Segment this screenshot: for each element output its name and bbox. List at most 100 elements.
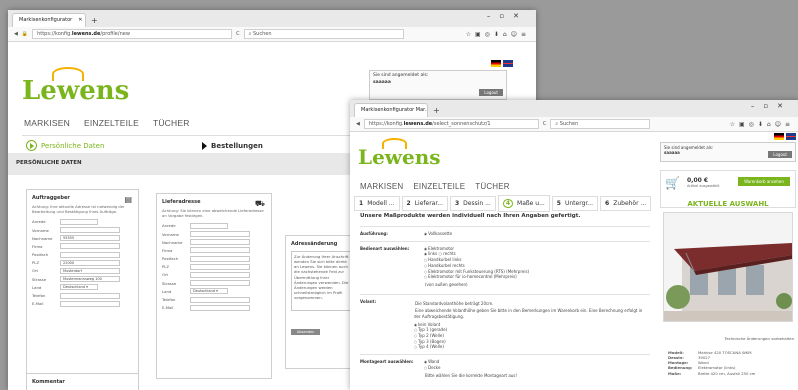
field-input[interactable]: Mustermannsweg 100 [60,276,120,283]
flag-gb-icon[interactable] [786,133,796,140]
nav-einzelteile[interactable]: EINZELTEILE [84,118,139,128]
flag-de-icon[interactable] [774,133,784,140]
browser-tab-2[interactable]: Markisenkonfigurator Mar... ✕ [354,103,428,117]
lewens-logo-2[interactable]: Lewens [358,138,441,169]
address-bar: ◀ 🔒 https://konfig.lewens.de/profile/new… [8,27,536,42]
reload-icon[interactable]: C [236,31,240,37]
field-input[interactable] [60,227,120,234]
step-2[interactable]: 2 Lieferar... [401,196,448,211]
field-label: Vorname [32,227,49,233]
field-input[interactable] [190,296,250,303]
nav-tuecher[interactable]: TÜCHER [153,118,190,128]
field-label: Strasse [32,276,47,282]
radio-option[interactable]: Elektromotor für io-homecontrol (Mehrpre… [424,274,529,280]
field-input[interactable] [190,280,250,287]
field-input[interactable] [190,222,228,229]
field-input[interactable] [190,231,250,238]
url-field[interactable]: https://konfig.lewens.de/profile/new [32,29,233,39]
radio-option[interactable]: Vollkassette [424,231,452,237]
logout-button-2[interactable]: Logout [768,151,792,158]
search-input-2[interactable]: ⌕ Suchen [550,119,651,129]
field-label: Firma [32,243,43,249]
config-options: WandDeckeBitte wählen Sie die korrekte M… [424,359,517,380]
step-number: 5 [556,200,561,207]
field-input[interactable] [190,239,250,246]
document-icon: ▤ [124,195,132,204]
field-input[interactable]: Deutschland ▾ [190,288,228,295]
config-note: Die Standardvolanthöhe beträgt 20cm. [415,300,494,306]
config-options: Vollkassette [424,231,452,237]
field-input[interactable] [190,255,250,262]
form-row: PLZ [162,263,266,270]
flag-gb-icon[interactable] [503,60,513,67]
field-input[interactable]: 22000 [60,259,120,266]
nav-markisen[interactable]: MARKISEN [24,118,70,128]
field-label: Land [162,288,172,294]
window-controls[interactable]: –▫✕ [487,12,528,20]
form-row: Anrede [162,222,266,229]
step-bestellungen[interactable]: Bestellungen [198,140,267,152]
tab-title-2: Markisenkonfigurator Mar... [361,107,428,113]
search-icon: ⌕ [555,121,559,127]
field-input[interactable] [60,243,120,250]
toolbar-icons-2[interactable]: ☆▣◎⬇⌂☺≡ [730,121,794,128]
step-6[interactable]: 6 Zubehör ... [600,196,652,211]
field-input[interactable] [190,263,250,270]
submit-button[interactable]: Absenden [291,329,321,335]
browser-tab[interactable]: Markisenkonfigurator ✕ [12,13,86,27]
nav-tuecher[interactable]: TÜCHER [475,182,510,191]
step-persoenliche-daten[interactable]: Persönliche Daten [22,138,192,153]
tech-note: Technische Änderungen vorbehalten [724,336,794,341]
configurator-heading: Unsere Maßprodukte werden individuell na… [360,213,581,219]
back-icon[interactable]: ◀ [356,121,360,127]
close-icon[interactable]: ✕ [78,17,82,27]
field-input[interactable]: Musterdorf [60,267,120,274]
field-input[interactable] [60,218,98,225]
search-icon: ⌕ [248,31,252,37]
reload-icon[interactable]: C [543,121,547,127]
new-tab-icon[interactable]: + [91,16,98,25]
config-options: Die Standardvolanthöhe beträgt 20cm. Eine… [414,299,650,350]
step-3[interactable]: 3 Dessin ... [449,196,496,211]
flag-de-icon[interactable] [491,60,501,67]
field-input[interactable]: Deutschland ▾ [60,284,98,291]
radio-option[interactable]: Decke [424,365,517,371]
form-row: Postfach [162,255,266,262]
config-row-label: Volant: [360,298,377,304]
field-input[interactable] [190,271,250,278]
view-cart-button[interactable]: Warenkorb ansehen [738,177,790,186]
field-label: Ort [162,272,169,278]
url-field-2[interactable]: https://konfig.lewens.de/select_sonnensc… [363,119,539,129]
field-label: Nachname [32,235,53,241]
back-icon[interactable]: ◀ [14,31,18,37]
field-input[interactable] [190,304,250,311]
search-input[interactable]: ⌕ Suchen [243,29,404,39]
logout-button[interactable]: Logout [479,89,503,96]
field-input[interactable] [60,292,120,299]
radio-option[interactable]: Typ 4 (Welle) [414,344,650,350]
toolbar-icons[interactable]: ☆▣◎⬇⌂☺≡ [466,31,530,38]
step-5[interactable]: 5 Untergr... [551,196,599,211]
form-row: Land Deutschland ▾ [32,284,133,291]
new-tab-icon[interactable]: + [433,106,440,115]
cart-note: Artikel ausgewählt [687,184,720,188]
cart-price: 0,00 € [687,177,709,184]
step-1[interactable]: 1 Modell ... [354,196,400,211]
login-box-2: Sie sind angemeldet als: saaaaa Logout [660,142,796,162]
lewens-logo[interactable]: Lewens [22,67,129,106]
main-nav-2: MARKISEN EINZELTEILE TÜCHER [360,182,510,191]
truck-icon: ⛟ [254,199,265,208]
field-input[interactable]: 55555 [60,235,120,242]
step-4[interactable]: 4 Maße u... [497,195,550,212]
tab-bar-2: Markisenkonfigurator Mar... ✕ + –▫✕ [350,100,798,117]
field-input[interactable] [60,300,120,307]
field-input[interactable] [60,251,120,258]
field-label: Anrede [32,219,46,225]
window-controls-2[interactable]: –▫✕ [751,102,792,110]
nav-einzelteile[interactable]: EINZELTEILE [413,182,465,191]
adressaenderung-textarea[interactable]: Zur Änderung Ihrer Anschrift wenden Sie … [291,251,353,311]
auftraggeber-desc: Achtung: Ihre aktuelle Adresse ist notwe… [32,204,125,214]
field-label: PLZ [162,264,170,270]
nav-markisen[interactable]: MARKISEN [360,182,403,191]
field-input[interactable] [190,247,250,254]
